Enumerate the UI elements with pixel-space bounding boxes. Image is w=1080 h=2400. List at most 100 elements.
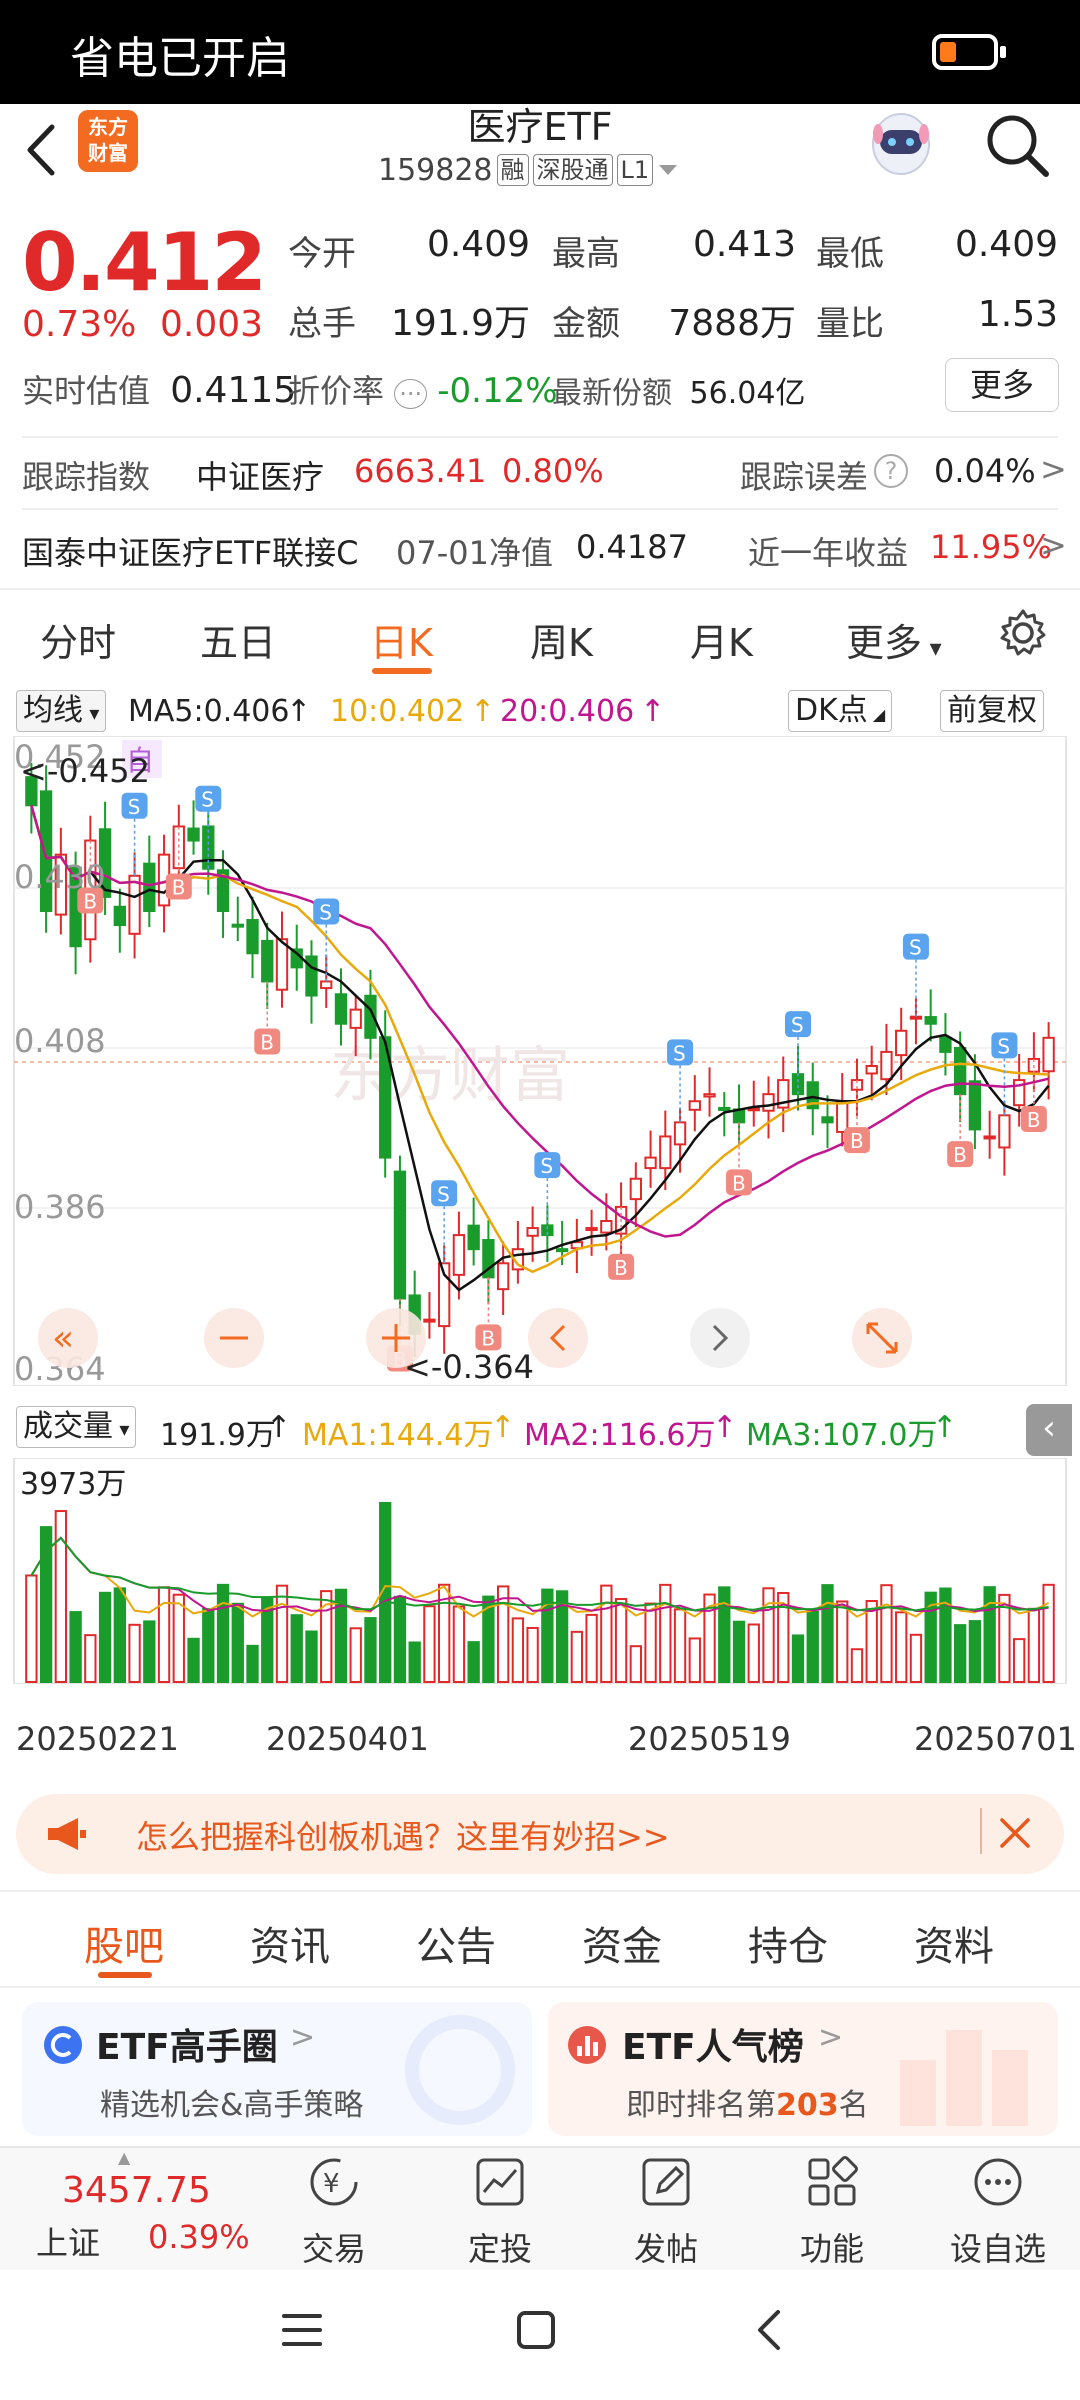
adjust-select[interactable]: 前复权 bbox=[940, 690, 1044, 732]
collapse-panel-button[interactable]: ‹ bbox=[1026, 1404, 1072, 1456]
fund-code-row[interactable]: 159828 融 深股通 L1 bbox=[378, 150, 679, 190]
year-return-value[interactable]: 11.95% bbox=[930, 528, 1052, 566]
tab-holdings[interactable]: 持仓 bbox=[748, 1914, 828, 1972]
close-icon[interactable] bbox=[998, 1816, 1032, 1850]
candle-body bbox=[452, 1234, 466, 1276]
search-icon[interactable] bbox=[982, 110, 1052, 180]
tab-five-day[interactable]: 五日 bbox=[200, 612, 276, 667]
volume-select[interactable]: 成交量 ▾ bbox=[16, 1406, 137, 1448]
candle-body bbox=[880, 1050, 893, 1081]
index-value[interactable]: 3457.75 bbox=[62, 2170, 211, 2211]
volume-bar bbox=[496, 1585, 510, 1684]
volume-bar bbox=[467, 1641, 480, 1683]
kline-chart-area[interactable]: 均线 ▾ MA5:0.406 ↑ 10:0.402 ↑ 20:0.406 ↑ D… bbox=[0, 684, 1080, 1774]
tab-announcements[interactable]: 公告 bbox=[416, 1914, 496, 1972]
link-fund-name[interactable]: 国泰中证医疗ETF联接C bbox=[22, 528, 359, 574]
card-subtitle: 精选机会&高手策略 bbox=[100, 2088, 364, 2123]
status-bar: 省电已开启 bbox=[0, 0, 1080, 104]
candle-body bbox=[644, 1156, 657, 1170]
more-button[interactable]: 更多 bbox=[945, 358, 1059, 412]
tab-forum[interactable]: 股吧 bbox=[84, 1914, 164, 1972]
compose-icon[interactable] bbox=[636, 2152, 696, 2212]
volume-bar bbox=[452, 1605, 466, 1683]
volume-bar bbox=[732, 1620, 746, 1684]
candle-body bbox=[791, 1073, 805, 1096]
volume-bar bbox=[600, 1584, 613, 1683]
tab-funds[interactable]: 资金 bbox=[582, 1914, 662, 1972]
level-tag: L1 bbox=[616, 154, 654, 186]
nav-post[interactable]: 发帖 bbox=[611, 2224, 721, 2270]
grid-apps-icon[interactable] bbox=[802, 2152, 862, 2212]
candle-body bbox=[467, 1224, 480, 1251]
volume-chart[interactable]: 3973万 bbox=[0, 1458, 1080, 1684]
dk-point-button[interactable]: DK点 ◢ bbox=[788, 690, 893, 732]
high-value: 0.413 bbox=[692, 224, 796, 265]
candle-body bbox=[261, 939, 274, 983]
section-underline bbox=[98, 1972, 152, 1978]
tracking-index-name[interactable]: 中证医疗 bbox=[196, 452, 324, 498]
system-nav-bar bbox=[0, 2270, 1080, 2400]
ma-select[interactable]: 均线 ▾ bbox=[16, 690, 107, 732]
date-label: 20250519 bbox=[628, 1720, 791, 1758]
back-icon[interactable] bbox=[22, 115, 62, 185]
next-button[interactable] bbox=[690, 1308, 750, 1368]
volume-ma1: MA1:144.4万 bbox=[302, 1418, 494, 1453]
back-nav-icon[interactable] bbox=[754, 2308, 784, 2352]
menu-icon[interactable] bbox=[280, 2310, 324, 2350]
tab-profile[interactable]: 资料 bbox=[914, 1914, 994, 1972]
rank-prefix: 即时排名第 bbox=[626, 2088, 776, 2123]
help-icon[interactable]: ? bbox=[874, 454, 908, 488]
volume-bar bbox=[954, 1624, 967, 1684]
open-value: 0.409 bbox=[426, 224, 530, 265]
candle-body bbox=[496, 1262, 510, 1291]
banner-text[interactable]: 怎么把握科创板机遇？这里有妙招>> bbox=[136, 1812, 670, 1858]
fixed-invest-icon[interactable] bbox=[470, 2152, 530, 2212]
fund-code: 159828 bbox=[378, 152, 493, 188]
volume-bar bbox=[113, 1587, 126, 1684]
price-chart[interactable]: 东方财富 BSBSBSBSBSBSBSBSBSB 0.4520.4300.408… bbox=[0, 736, 1080, 1386]
ma5-value: MA5:0.406 bbox=[128, 694, 290, 729]
tab-monthly-k[interactable]: 月K bbox=[690, 612, 753, 667]
estimate-value: 0.4115 bbox=[170, 370, 297, 411]
estimate-label: 实时估值 bbox=[22, 372, 151, 410]
volume-bar bbox=[659, 1583, 672, 1683]
candle-body bbox=[688, 1100, 701, 1111]
volume-bar bbox=[202, 1608, 215, 1683]
logo-line2: 财富 bbox=[88, 141, 128, 165]
nav-label: 07-01净值 bbox=[396, 534, 553, 572]
volume-bar bbox=[1012, 1638, 1026, 1683]
nav-trade[interactable]: 交易 bbox=[279, 2224, 389, 2270]
tab-more[interactable]: 更多 ▾ bbox=[846, 612, 942, 667]
tab-daily-k[interactable]: 日K bbox=[370, 612, 433, 667]
trade-icon[interactable]: ¥ bbox=[304, 2152, 364, 2212]
card-decoration bbox=[405, 2015, 515, 2125]
marker-label: S bbox=[909, 936, 922, 960]
open-label: 今开 bbox=[288, 234, 356, 274]
nav-fixed-invest[interactable]: 定投 bbox=[445, 2224, 555, 2270]
connect-tag: 深股通 bbox=[532, 154, 613, 186]
tab-timeshare[interactable]: 分时 bbox=[40, 612, 116, 667]
tab-news[interactable]: 资讯 bbox=[250, 1914, 330, 1972]
tracking-error-value[interactable]: 0.04% bbox=[934, 452, 1036, 490]
robot-assistant-icon[interactable] bbox=[866, 104, 936, 180]
marker-label: B bbox=[1027, 1108, 1041, 1132]
home-icon[interactable] bbox=[514, 2308, 558, 2352]
gear-icon[interactable] bbox=[998, 608, 1048, 658]
tab-weekly-k[interactable]: 周K bbox=[530, 612, 593, 667]
info-dots-icon[interactable]: ··· bbox=[394, 379, 428, 409]
prev-button[interactable] bbox=[528, 1308, 588, 1368]
marker-label: S bbox=[997, 1034, 1010, 1058]
candle-body bbox=[939, 1036, 952, 1053]
chevron-right-icon[interactable]: > bbox=[1040, 526, 1067, 564]
nav-functions[interactable]: 功能 bbox=[777, 2224, 887, 2270]
marker-label: B bbox=[850, 1129, 864, 1153]
amount-value: 7888万 bbox=[668, 303, 796, 344]
more-dots-icon[interactable] bbox=[968, 2152, 1028, 2212]
marker-label: B bbox=[481, 1326, 495, 1350]
chevron-right-icon[interactable]: > bbox=[1040, 450, 1067, 488]
nav-add-watchlist[interactable]: 设自选 bbox=[943, 2224, 1053, 2270]
volume-bar bbox=[216, 1583, 230, 1683]
candle-body bbox=[865, 1065, 878, 1075]
arrow-up-icon: ↑ bbox=[490, 1410, 516, 1445]
divider bbox=[0, 1986, 1080, 1988]
